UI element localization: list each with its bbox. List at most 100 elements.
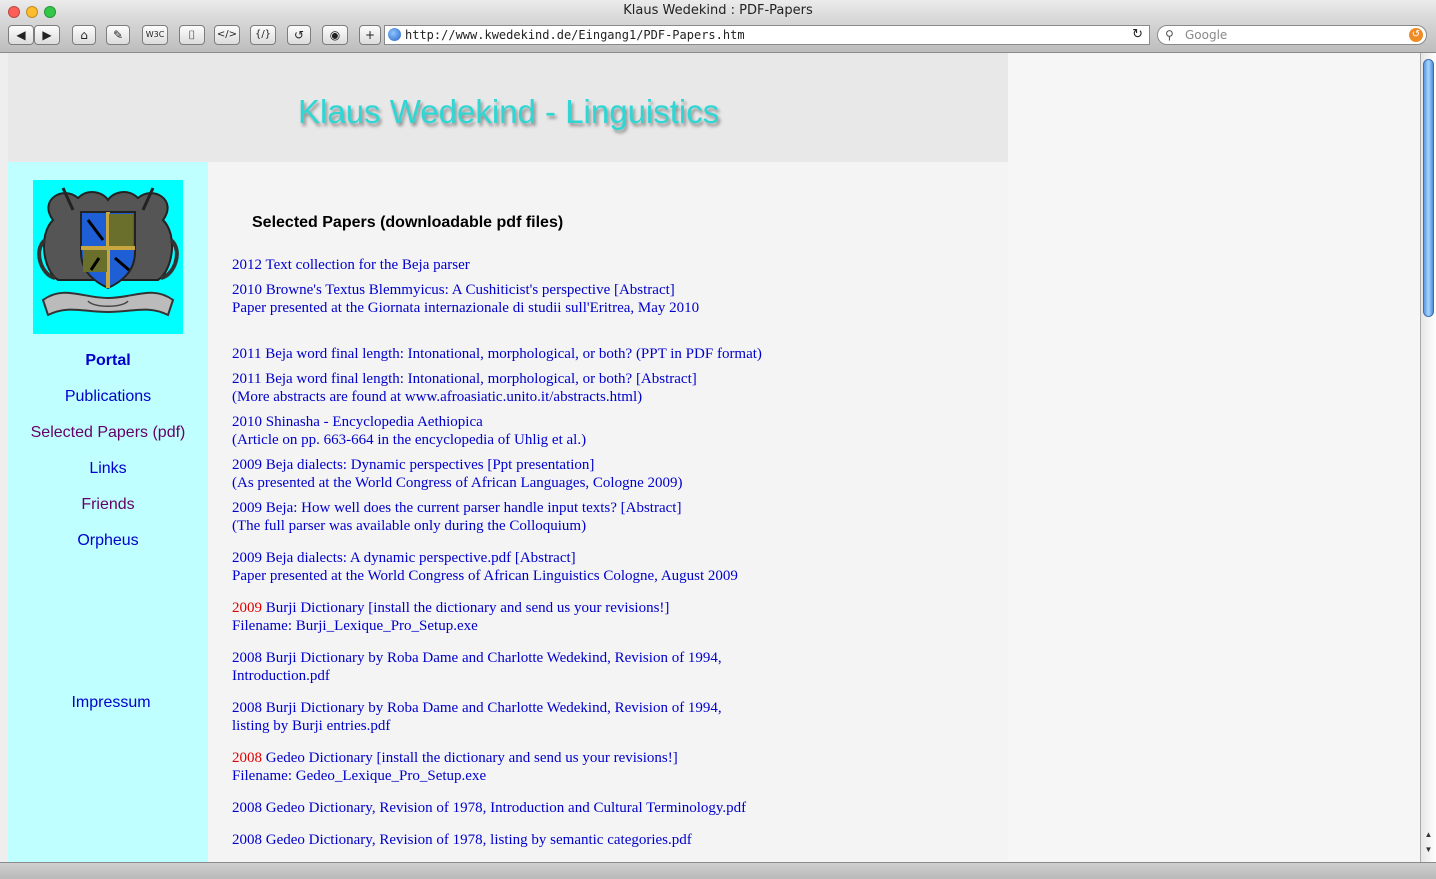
paper-link[interactable]: 2009 Burji Dictionary [install the dicti… bbox=[232, 599, 669, 635]
paper-line[interactable]: (More abstracts are found at www.afroasi… bbox=[232, 388, 697, 406]
paper-line[interactable]: 2009 Beja dialects: A dynamic perspectiv… bbox=[232, 549, 738, 567]
paper-link[interactable]: 2011 Beja word final length: Intonationa… bbox=[232, 345, 762, 363]
paper-line-text[interactable]: Gedeo Dictionary [install the dictionary… bbox=[262, 750, 678, 766]
zoom-window-button[interactable] bbox=[44, 6, 56, 18]
search-icon: ⚲ bbox=[1165, 28, 1174, 42]
year-highlight[interactable]: 2009 bbox=[232, 600, 262, 616]
paper-link[interactable]: 2008 Gedeo Dictionary [install the dicti… bbox=[232, 749, 678, 785]
nav-portal[interactable]: Portal bbox=[8, 352, 208, 370]
address-bar[interactable]: http://www.kwedekind.de/Eingang1/PDF-Pap… bbox=[384, 25, 1150, 45]
window-titlebar: Klaus Wedekind : PDF-Papers bbox=[0, 0, 1436, 22]
paper-line[interactable]: Paper presented at the Giornata internaz… bbox=[232, 299, 699, 317]
paper-line[interactable]: (As presented at the World Congress of A… bbox=[232, 474, 683, 492]
paper-line[interactable]: 2012 Text collection for the Beja parser bbox=[232, 256, 470, 274]
paper-line[interactable]: 2008 Gedeo Dictionary [install the dicti… bbox=[232, 749, 678, 767]
plus-icon: + bbox=[364, 28, 376, 42]
minimize-window-button[interactable] bbox=[26, 6, 38, 18]
back-arrow-icon: ◀ bbox=[16, 28, 26, 42]
site-header: Klaus Wedekind - Linguistics bbox=[8, 53, 1008, 162]
paper-link[interactable]: 2008 Burji Dictionary by Roba Dame and C… bbox=[232, 649, 722, 685]
nav-friends-label[interactable]: Friends bbox=[81, 496, 134, 513]
paper-line-text[interactable]: Burji Dictionary [install the dictionary… bbox=[262, 600, 670, 616]
year-highlight[interactable]: 2008 bbox=[232, 750, 262, 766]
paper-line[interactable]: 2011 Beja word final length: Intonationa… bbox=[232, 370, 697, 388]
nav-selected-papers[interactable]: Selected Papers (pdf) bbox=[8, 424, 208, 442]
site-title: Klaus Wedekind - Linguistics bbox=[298, 93, 720, 130]
reload-icon[interactable]: ↻ bbox=[1132, 26, 1143, 44]
status-bar bbox=[0, 862, 1436, 879]
page-heading: Selected Papers (downloadable pdf files) bbox=[252, 214, 564, 231]
search-field[interactable]: ⚲ Google ↺ bbox=[1157, 25, 1427, 45]
nav-links[interactable]: Links bbox=[8, 460, 208, 478]
back-button[interactable]: ◀ bbox=[8, 25, 34, 45]
paper-line[interactable]: 2008 Gedeo Dictionary, Revision of 1978,… bbox=[232, 831, 692, 849]
nav-selected-papers-label[interactable]: Selected Papers (pdf) bbox=[31, 424, 186, 441]
paper-line[interactable]: 2009 Burji Dictionary [install the dicti… bbox=[232, 599, 669, 617]
snapback-icon[interactable]: ↺ bbox=[1409, 28, 1423, 42]
paper-link[interactable]: 2009 Beja dialects: Dynamic perspectives… bbox=[232, 456, 683, 492]
nav-impressum[interactable]: Impressum bbox=[11, 694, 211, 712]
archive-button[interactable]: ⌷ bbox=[179, 25, 205, 45]
edit-button[interactable]: ✎ bbox=[106, 25, 130, 45]
paper-line[interactable]: 2011 Beja word final length: Intonationa… bbox=[232, 345, 762, 363]
stop-icon: ◉ bbox=[329, 28, 341, 42]
home-icon: ⌂ bbox=[80, 28, 88, 42]
add-bookmark-button[interactable]: + bbox=[359, 25, 381, 45]
building-icon: ⌷ bbox=[188, 28, 196, 42]
paper-line[interactable]: 2008 Burji Dictionary by Roba Dame and C… bbox=[232, 649, 722, 667]
paper-line[interactable]: (Article on pp. 663-664 in the encyclope… bbox=[232, 431, 586, 449]
home-button[interactable]: ⌂ bbox=[72, 25, 96, 45]
coat-of-arms-icon bbox=[37, 187, 179, 317]
nav-orpheus-label[interactable]: Orpheus bbox=[77, 532, 138, 549]
paper-line[interactable]: Filename: Gedeo_Lexique_Pro_Setup.exe bbox=[232, 767, 678, 785]
paper-link[interactable]: 2008 Gedeo Dictionary, Revision of 1978,… bbox=[232, 831, 692, 849]
nav-friends[interactable]: Friends bbox=[8, 496, 208, 514]
paper-line[interactable]: (The full parser was available only duri… bbox=[232, 517, 681, 535]
paper-line[interactable]: 2009 Beja dialects: Dynamic perspectives… bbox=[232, 456, 683, 474]
paper-link[interactable]: 2009 Beja dialects: A dynamic perspectiv… bbox=[232, 549, 738, 585]
page-right-background bbox=[1008, 53, 1420, 862]
w3c-icon: W3C bbox=[145, 30, 165, 39]
paper-line[interactable]: Introduction.pdf bbox=[232, 667, 722, 685]
paper-link[interactable]: 2012 Text collection for the Beja parser bbox=[232, 256, 470, 274]
page-viewport: Klaus Wedekind - Linguistics Portal Publ… bbox=[0, 53, 1420, 862]
nav-publications-label[interactable]: Publications bbox=[65, 388, 151, 405]
address-text[interactable]: http://www.kwedekind.de/Eingang1/PDF-Pap… bbox=[405, 26, 745, 44]
paper-line[interactable]: 2008 Burji Dictionary by Roba Dame and C… bbox=[232, 699, 722, 717]
paper-line[interactable]: 2010 Shinasha - Encyclopedia Aethiopica bbox=[232, 413, 586, 431]
source-tool-button[interactable]: {/} bbox=[250, 25, 276, 45]
paper-link[interactable]: 2008 Burji Dictionary by Roba Dame and C… bbox=[232, 699, 722, 735]
view-source-button[interactable]: </> bbox=[214, 25, 240, 45]
page-left-margin bbox=[0, 53, 8, 862]
paper-line[interactable]: 2008 Gedeo Dictionary, Revision of 1978,… bbox=[232, 799, 746, 817]
paper-link[interactable]: 2011 Beja word final length: Intonationa… bbox=[232, 370, 697, 406]
stop-button[interactable]: ◉ bbox=[322, 25, 348, 45]
nav-portal-label[interactable]: Portal bbox=[85, 352, 130, 369]
close-window-button[interactable] bbox=[8, 6, 20, 18]
paper-link[interactable]: 2009 Beja: How well does the current par… bbox=[232, 499, 681, 535]
paper-link[interactable]: 2010 Shinasha - Encyclopedia Aethiopica … bbox=[232, 413, 586, 449]
paper-line[interactable]: Paper presented at the World Congress of… bbox=[232, 567, 738, 585]
nav-impressum-label[interactable]: Impressum bbox=[71, 694, 150, 711]
paper-line[interactable]: Filename: Burji_Lexique_Pro_Setup.exe bbox=[232, 617, 669, 635]
paper-link[interactable]: 2008 Gedeo Dictionary, Revision of 1978,… bbox=[232, 799, 746, 817]
forward-button[interactable]: ▶ bbox=[34, 25, 60, 45]
paper-line[interactable]: 2010 Browne's Textus Blemmyicus: A Cushi… bbox=[232, 281, 699, 299]
refresh-button[interactable]: ↺ bbox=[287, 25, 311, 45]
paper-line[interactable]: 2009 Beja: How well does the current par… bbox=[232, 499, 681, 517]
scroll-up-arrow-icon[interactable]: ▲ bbox=[1421, 828, 1436, 842]
w3c-validate-button[interactable]: W3C bbox=[142, 25, 168, 45]
vertical-scrollbar[interactable]: ▲ ▼ bbox=[1420, 53, 1436, 862]
nav-links-label[interactable]: Links bbox=[89, 460, 126, 477]
paper-line[interactable]: listing by Burji entries.pdf bbox=[232, 717, 722, 735]
window-title: Klaus Wedekind : PDF-Papers bbox=[623, 3, 813, 18]
code-icon: </> bbox=[216, 29, 238, 40]
sidebar: Portal Publications Selected Papers (pdf… bbox=[8, 162, 208, 862]
coat-of-arms-logo bbox=[33, 180, 183, 334]
nav-publications[interactable]: Publications bbox=[8, 388, 208, 406]
paper-link[interactable]: 2010 Browne's Textus Blemmyicus: A Cushi… bbox=[232, 281, 699, 317]
forward-arrow-icon: ▶ bbox=[42, 28, 52, 42]
nav-orpheus[interactable]: Orpheus bbox=[8, 532, 208, 550]
scrollbar-thumb[interactable] bbox=[1423, 59, 1434, 317]
scroll-down-arrow-icon[interactable]: ▼ bbox=[1421, 843, 1436, 857]
